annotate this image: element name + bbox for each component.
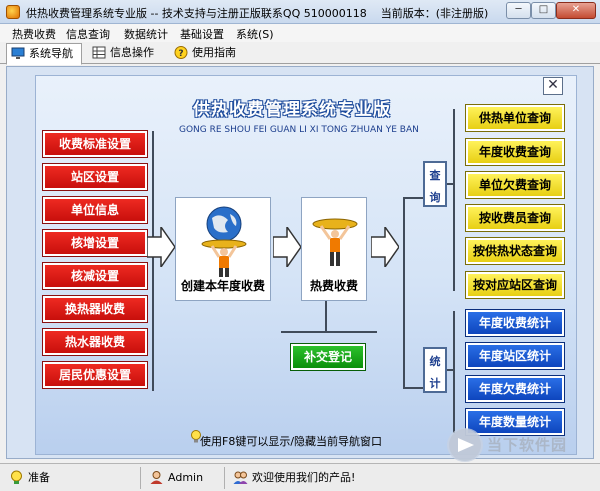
- water-heater-fee-button[interactable]: 热水器收费: [42, 328, 148, 356]
- tab-info-operation[interactable]: 信息操作: [88, 43, 160, 63]
- stats-annual-fee-button[interactable]: 年度收费统计: [465, 309, 565, 337]
- navigation-panel: ✕ 供热收费管理系统专业版 GONG RE SHOU FEI GUAN LI X…: [6, 66, 594, 459]
- create-annual-fee-label: 创建本年度收费: [180, 279, 265, 293]
- system-subtitle: GONG RE SHOU FEI GUAN LI XI TONG ZHUAN Y…: [179, 125, 419, 135]
- panel-close-button[interactable]: ✕: [543, 77, 563, 95]
- status-ready: 准备: [6, 468, 136, 488]
- query-section-box: 查 询: [423, 161, 447, 207]
- watermark-text: 当下软件园: [487, 436, 568, 454]
- stats-char-1: 统: [429, 355, 441, 368]
- status-user-text: Admin: [168, 471, 204, 484]
- f8-hint-text: 使用F8键可以显示/隐藏当前导航窗口: [200, 435, 383, 448]
- help-icon: ?: [174, 46, 188, 59]
- unit-info-button[interactable]: 单位信息: [42, 196, 148, 224]
- watermark: 当下软件园: [447, 428, 597, 462]
- fee-standard-button[interactable]: 收费标准设置: [42, 130, 148, 158]
- users-icon: [233, 471, 248, 484]
- heat-exchanger-fee-button[interactable]: 换热器收费: [42, 295, 148, 323]
- close-window-button[interactable]: ✕: [556, 2, 596, 19]
- query-by-collector-button[interactable]: 按收费员查询: [465, 204, 565, 232]
- maximize-button[interactable]: □: [531, 2, 556, 19]
- minimize-button[interactable]: ─: [506, 2, 531, 19]
- tab-info-operation-label: 信息操作: [110, 46, 154, 59]
- tab-system-nav-label: 系统导航: [29, 47, 73, 60]
- supplement-register-button[interactable]: 补交登记: [290, 343, 366, 371]
- resident-discount-button[interactable]: 居民优惠设置: [42, 361, 148, 389]
- stats-annual-station-button[interactable]: 年度站区统计: [465, 342, 565, 370]
- status-bar: 准备 Admin 欢迎使用我们的产品!: [0, 463, 600, 491]
- app-icon: [6, 5, 20, 19]
- heat-fee-collection-label: 热费收费: [309, 279, 358, 293]
- menu-basic-settings[interactable]: 基础设置: [180, 26, 224, 42]
- query-heat-unit-button[interactable]: 供热单位查询: [465, 104, 565, 132]
- query-annual-fee-button[interactable]: 年度收费查询: [465, 138, 565, 166]
- query-char-2: 询: [429, 191, 441, 204]
- create-annual-fee-card[interactable]: 创建本年度收费: [175, 197, 271, 301]
- arrow-right-icon: [147, 227, 175, 267]
- stats-char-2: 计: [429, 377, 441, 390]
- right-connector-line: [403, 387, 423, 389]
- title-bar: 供热收费管理系统专业版 -- 技术支持与注册正版联系QQ 510000118 当…: [0, 0, 600, 24]
- status-separator: [224, 467, 225, 489]
- menu-bar: 热费收费 信息查询 数据统计 基础设置 系统(S): [0, 24, 600, 42]
- menu-data-stats[interactable]: 数据统计: [124, 26, 168, 42]
- supplement-connector-line: [281, 331, 377, 333]
- stats-section-box: 统 计: [423, 347, 447, 393]
- stats-branch-line: [447, 369, 455, 371]
- heat-fee-collection-card[interactable]: 热费收费: [301, 197, 367, 301]
- tab-user-guide-label: 使用指南: [192, 46, 236, 59]
- user-icon: [150, 471, 163, 484]
- monitor-icon: [11, 47, 25, 59]
- query-by-heat-status-button[interactable]: 按供热状态查询: [465, 237, 565, 265]
- menu-heat-fee[interactable]: 热费收费: [12, 26, 56, 42]
- window-title-text: 供热收费管理系统专业版 -- 技术支持与注册正版联系QQ 510000118: [26, 7, 367, 20]
- globe-person-icon: [201, 206, 247, 277]
- arrow-right-icon: [371, 227, 399, 267]
- window-title: 供热收费管理系统专业版 -- 技术支持与注册正版联系QQ 510000118 当…: [26, 5, 488, 21]
- supplement-connector-line: [325, 301, 327, 331]
- right-connector-line: [403, 197, 405, 387]
- status-separator: [140, 467, 141, 489]
- station-area-button[interactable]: 站区设置: [42, 163, 148, 191]
- lightbulb-icon: [11, 470, 22, 484]
- query-char-1: 查: [429, 169, 441, 182]
- menu-system[interactable]: 系统(S): [236, 26, 274, 42]
- watermark-logo-icon: [447, 428, 483, 462]
- right-connector-line: [403, 197, 423, 199]
- version-value: (非注册版): [435, 7, 489, 20]
- status-user: Admin: [146, 468, 226, 488]
- tab-system-nav[interactable]: 系统导航: [6, 43, 82, 65]
- status-welcome: 欢迎使用我们的产品!: [230, 468, 450, 488]
- tab-user-guide[interactable]: ? 使用指南: [170, 43, 242, 63]
- query-unit-arrears-button[interactable]: 单位欠费查询: [465, 171, 565, 199]
- stats-annual-arrears-button[interactable]: 年度欠费统计: [465, 375, 565, 403]
- menu-info-query[interactable]: 信息查询: [66, 26, 110, 42]
- tab-bar: 系统导航 信息操作 ? 使用指南: [0, 42, 600, 65]
- query-by-station-button[interactable]: 按对应站区查询: [465, 271, 565, 299]
- arrow-right-icon: [273, 227, 301, 267]
- query-branch-line: [453, 109, 455, 291]
- stats-branch-line: [453, 311, 455, 433]
- decrease-setting-button[interactable]: 核减设置: [42, 262, 148, 290]
- status-ready-text: 准备: [28, 471, 50, 484]
- grid-icon: [92, 46, 106, 59]
- increase-setting-button[interactable]: 核增设置: [42, 229, 148, 257]
- status-welcome-text: 欢迎使用我们的产品!: [252, 471, 356, 484]
- query-branch-line: [447, 183, 455, 185]
- svg-text:?: ?: [178, 49, 183, 59]
- system-title: 供热收费管理系统专业版: [193, 100, 391, 120]
- version-label: 当前版本：: [380, 7, 436, 20]
- person-lifting-icon: [312, 218, 358, 266]
